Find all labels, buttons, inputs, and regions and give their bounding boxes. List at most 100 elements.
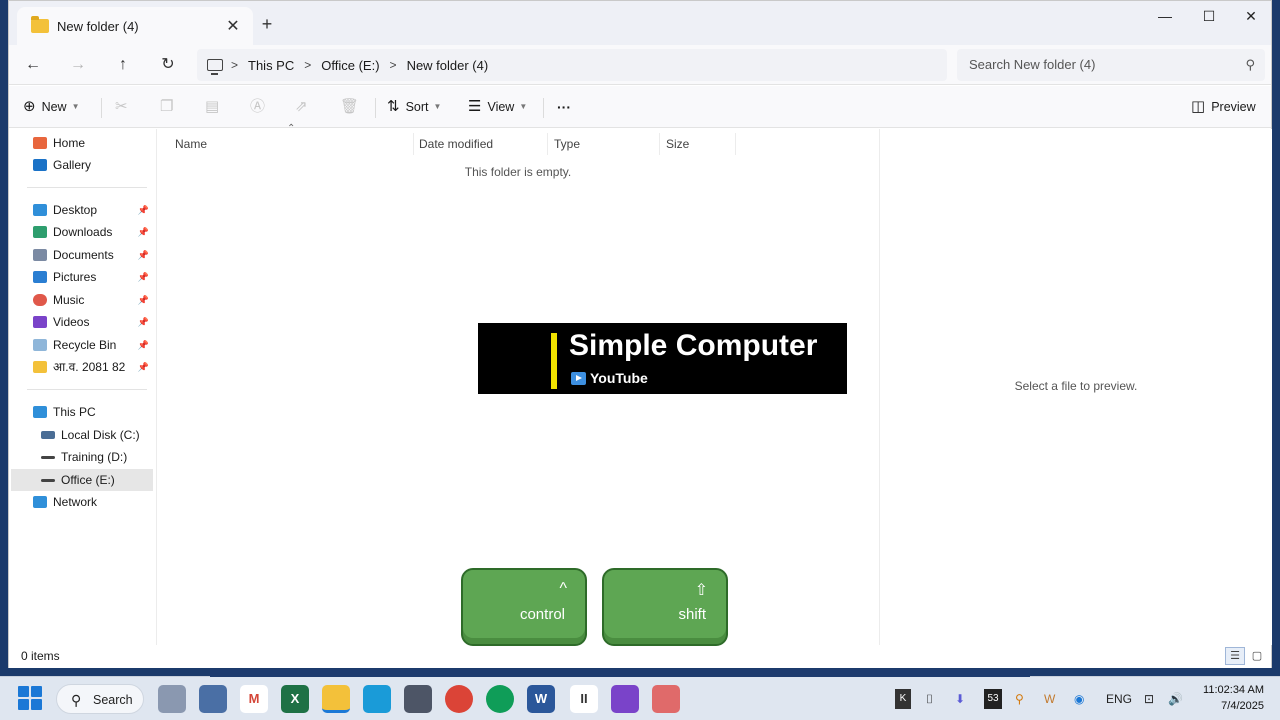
divider	[101, 98, 102, 118]
drive-icon	[41, 478, 55, 482]
forward-button[interactable]: →	[63, 51, 93, 79]
file-explorer-app-icon[interactable]	[322, 685, 350, 713]
cut-icon: ✂	[115, 98, 128, 115]
file-manager-app-icon[interactable]	[158, 685, 186, 713]
search-tray-icon[interactable]: ⚲	[1015, 689, 1024, 709]
gmail-app-icon[interactable]: M	[240, 685, 268, 713]
toolbox-app-icon[interactable]	[404, 685, 432, 713]
sidebar-item-office-e[interactable]: Office (E:)	[11, 469, 153, 491]
screen-app-icon[interactable]	[652, 685, 680, 713]
security-icon[interactable]: ◉	[1074, 689, 1084, 709]
column-header-type[interactable]: Type	[548, 133, 660, 155]
channel-banner: Simple Computer YouTube	[478, 323, 847, 394]
search-input[interactable]: Search New folder (4) ⚲	[957, 49, 1265, 81]
language-indicator[interactable]: ENG	[1106, 689, 1132, 709]
tiles-view-button[interactable]: ▢	[1247, 647, 1267, 665]
minimize-button[interactable]: —	[1143, 3, 1187, 31]
start-button[interactable]	[18, 686, 42, 710]
tab-close-icon[interactable]: ✕	[223, 16, 243, 36]
sidebar-item-gallery[interactable]: Gallery	[11, 154, 153, 176]
chrome-profile-app-icon[interactable]	[486, 685, 514, 713]
drive-icon	[41, 455, 55, 459]
sidebar-item-local-disk-c[interactable]: Local Disk (C:)	[11, 424, 153, 446]
new-button[interactable]: ⊕ New ▼	[23, 96, 80, 118]
breadcrumb-separator: >	[389, 58, 397, 72]
desktop-icon	[33, 204, 47, 216]
refresh-button[interactable]: ↻	[153, 51, 183, 79]
sidebar-item-recycle-bin[interactable]: Recycle Bin 📌	[11, 334, 153, 356]
close-window-button[interactable]: ✕	[1229, 3, 1273, 31]
word-app-icon[interactable]: W	[527, 685, 555, 713]
usb-icon[interactable]: ⌷	[926, 689, 933, 709]
chrome-app-icon[interactable]	[445, 685, 473, 713]
recorder-app-icon[interactable]: II	[570, 685, 598, 713]
sidebar-item-network[interactable]: Network	[11, 491, 153, 513]
column-header-name[interactable]: Name	[169, 133, 414, 155]
sidebar-item-pictures[interactable]: Pictures 📌	[11, 266, 153, 288]
sidebar-item-label: Videos	[53, 315, 90, 329]
column-header-date-modified[interactable]: Date modified	[413, 133, 548, 155]
downloads-icon	[33, 226, 47, 238]
video-editor-app-icon[interactable]	[611, 685, 639, 713]
sidebar-item-label: Home	[53, 136, 86, 150]
command-bar: ⊕ New ▼ ✂ ❐ ▤ Ⓐ ⇗ 🗑 ⇅ Sort ▼ ☰ View ▼ ··…	[9, 86, 1271, 128]
pin-icon: 📌	[137, 227, 149, 237]
sidebar-item-documents[interactable]: Documents 📌	[11, 244, 153, 266]
new-label: New	[41, 100, 67, 114]
share-button[interactable]: ⇗	[295, 96, 314, 118]
delete-button[interactable]: 🗑	[340, 96, 365, 118]
volume-icon[interactable]: 🔊	[1168, 689, 1183, 709]
column-header-size[interactable]: Size	[660, 133, 736, 155]
drive-icon	[41, 431, 55, 439]
sidebar-item-label: Desktop	[53, 203, 98, 217]
tray-app-icon[interactable]: ⬇	[955, 689, 965, 709]
tray-k-icon[interactable]: K	[895, 689, 911, 709]
sidebar-item-videos[interactable]: Videos 📌	[11, 311, 153, 333]
network-icon[interactable]: ⊡	[1144, 689, 1154, 709]
sidebar-item-folder-2081[interactable]: आ.व. 2081 82 📌	[11, 356, 153, 378]
sidebar-item-downloads[interactable]: Downloads 📌	[11, 221, 153, 243]
details-view-button[interactable]: ☰	[1225, 647, 1245, 665]
more-options-button[interactable]: ···	[557, 96, 571, 118]
clock[interactable]: 11:02:34 AM 7/4/2025	[1203, 682, 1264, 714]
paste-button[interactable]: ▤	[205, 96, 225, 118]
date: 7/4/2025	[1221, 700, 1264, 712]
channel-name: Simple Computer	[569, 329, 818, 362]
tab-new-folder[interactable]: New folder (4) ✕	[17, 7, 253, 45]
excel-app-icon[interactable]: X	[281, 685, 309, 713]
maximize-button[interactable]: ☐	[1187, 3, 1231, 31]
breadcrumb-this-pc[interactable]: This PC	[248, 58, 294, 73]
copy-button[interactable]: ❐	[160, 96, 179, 118]
view-label: View	[487, 100, 515, 114]
sidebar-item-training-d[interactable]: Training (D:)	[11, 446, 153, 468]
preview-pane-button[interactable]: ◫ Preview	[1191, 96, 1256, 118]
tray-w-icon[interactable]: W	[1044, 689, 1055, 709]
pin-icon: 📌	[137, 340, 149, 350]
calculator-app-icon[interactable]	[199, 685, 227, 713]
breadcrumb-new-folder[interactable]: New folder (4)	[407, 58, 489, 73]
new-tab-button[interactable]: +	[255, 13, 279, 37]
this-pc-icon	[33, 406, 47, 418]
tray-badge-icon[interactable]: 53	[984, 689, 1002, 709]
chevron-down-icon: ▼	[519, 102, 528, 111]
breadcrumb[interactable]: > This PC > Office (E:) > New folder (4)	[197, 49, 947, 81]
taskbar-search[interactable]: ⚲ Search	[56, 684, 144, 714]
breadcrumb-office-e[interactable]: Office (E:)	[321, 58, 379, 73]
cut-button[interactable]: ✂	[115, 96, 134, 118]
view-button[interactable]: ☰ View ▼	[468, 96, 527, 118]
preview-label: Preview	[1211, 100, 1256, 114]
banner-accent-bar	[551, 333, 557, 389]
sort-button[interactable]: ⇅ Sort ▼	[387, 96, 441, 118]
up-button[interactable]: ↑	[108, 51, 138, 79]
taskbar-search-label: Search	[93, 693, 133, 707]
sidebar-item-desktop[interactable]: Desktop 📌	[11, 199, 153, 221]
pin-icon: 📌	[137, 295, 149, 305]
rename-button[interactable]: Ⓐ	[250, 96, 271, 118]
back-button[interactable]: ←	[18, 51, 48, 79]
control-key-overlay: ^ control	[461, 568, 587, 646]
sidebar-item-this-pc[interactable]: This PC	[11, 401, 153, 423]
sidebar-item-music[interactable]: Music 📌	[11, 289, 153, 311]
navigation-pane: Home Gallery Desktop 📌 Downloads 📌 Docum…	[9, 129, 157, 645]
sidebar-item-home[interactable]: Home	[11, 132, 153, 154]
monitor-app-icon[interactable]	[363, 685, 391, 713]
